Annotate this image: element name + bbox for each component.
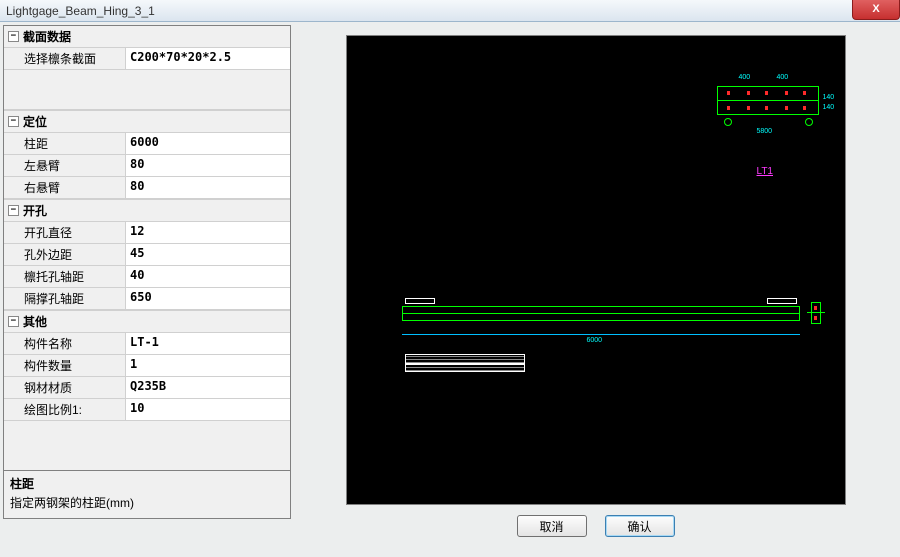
group-holes-title: 开孔 (23, 202, 47, 219)
support-circle (805, 118, 813, 126)
detail-top-mid (717, 100, 819, 101)
row-profile[interactable]: 选择檩条截面 C200*70*20*2.5 (4, 48, 290, 70)
value-colspan[interactable]: 6000 (126, 133, 290, 154)
row-colspan[interactable]: 柱距 6000 (4, 133, 290, 155)
value-name[interactable]: LT-1 (126, 333, 290, 354)
label-qty: 构件数量 (4, 355, 126, 376)
hole-mark (747, 91, 750, 95)
hole-mark (814, 306, 817, 310)
value-material[interactable]: Q235B (126, 377, 290, 398)
hole-mark (765, 91, 768, 95)
description-text: 指定两钢架的柱距(mm) (10, 494, 284, 511)
hole-mark (803, 91, 806, 95)
value-diameter[interactable]: 12 (126, 222, 290, 243)
minus-icon[interactable]: − (8, 116, 19, 127)
beam-mid (402, 313, 800, 314)
dim-text: 140 (823, 104, 835, 111)
label-material: 钢材材质 (4, 377, 126, 398)
schedule-table (405, 364, 525, 372)
hole-mark (785, 91, 788, 95)
canvas-wrap: 400 400 140 140 5800 LT1 (294, 25, 897, 515)
row-name[interactable]: 构件名称 LT-1 (4, 333, 290, 355)
group-section[interactable]: − 截面数据 (4, 26, 290, 48)
right-panel: 400 400 140 140 5800 LT1 (294, 25, 897, 519)
hole-mark (803, 106, 806, 110)
hole-mark (785, 106, 788, 110)
value-rightcant[interactable]: 80 (126, 177, 290, 198)
bracket-right (767, 298, 797, 304)
value-scale[interactable]: 10 (126, 399, 290, 420)
group-other-title: 其他 (23, 313, 47, 330)
value-qty[interactable]: 1 (126, 355, 290, 376)
hole-mark (814, 316, 817, 320)
end-flange (807, 312, 825, 313)
row-bracketdist[interactable]: 檩托孔轴距 40 (4, 266, 290, 288)
label-scale: 绘图比例1: (4, 399, 126, 420)
schedule-table (405, 354, 525, 364)
row-leftcant[interactable]: 左悬臂 80 (4, 155, 290, 177)
dim-line (402, 334, 800, 335)
row-bracedist[interactable]: 隔撑孔轴距 650 (4, 288, 290, 310)
titlebar: Lightgage_Beam_Hing_3_1 X (0, 0, 900, 22)
property-panel: − 截面数据 选择檩条截面 C200*70*20*2.5 − 定位 柱距 600… (3, 25, 291, 519)
row-edgedist[interactable]: 孔外边距 45 (4, 244, 290, 266)
ok-button[interactable]: 确认 (605, 515, 675, 537)
spacer (4, 70, 290, 110)
row-diameter[interactable]: 开孔直径 12 (4, 222, 290, 244)
row-rightcant[interactable]: 右悬臂 80 (4, 177, 290, 199)
value-profile[interactable]: C200*70*20*2.5 (126, 48, 290, 69)
label-rightcant: 右悬臂 (4, 177, 126, 198)
detail-label: LT1 (757, 166, 774, 177)
value-bracketdist[interactable]: 40 (126, 266, 290, 287)
row-scale[interactable]: 绘图比例1: 10 (4, 399, 290, 421)
dim-text: 400 (777, 74, 789, 81)
group-holes[interactable]: − 开孔 (4, 199, 290, 222)
label-bracedist: 隔撑孔轴距 (4, 288, 126, 309)
bracket-left (405, 298, 435, 304)
group-section-title: 截面数据 (23, 28, 71, 45)
description-title: 柱距 (10, 475, 284, 492)
hole-mark (747, 106, 750, 110)
value-leftcant[interactable]: 80 (126, 155, 290, 176)
cancel-button[interactable]: 取消 (517, 515, 587, 537)
label-profile: 选择檩条截面 (4, 48, 126, 69)
label-bracketdist: 檩托孔轴距 (4, 266, 126, 287)
hole-mark (727, 91, 730, 95)
support-circle (724, 118, 732, 126)
label-diameter: 开孔直径 (4, 222, 126, 243)
hole-mark (727, 106, 730, 110)
label-leftcant: 左悬臂 (4, 155, 126, 176)
row-qty[interactable]: 构件数量 1 (4, 355, 290, 377)
label-name: 构件名称 (4, 333, 126, 354)
content: − 截面数据 选择檩条截面 C200*70*20*2.5 − 定位 柱距 600… (0, 22, 900, 522)
dim-text: 140 (823, 94, 835, 101)
label-colspan: 柱距 (4, 133, 126, 154)
window-title: Lightgage_Beam_Hing_3_1 (6, 4, 155, 18)
dim-text: 6000 (587, 337, 603, 344)
group-position[interactable]: − 定位 (4, 110, 290, 133)
minus-icon[interactable]: − (8, 205, 19, 216)
property-grid: − 截面数据 选择檩条截面 C200*70*20*2.5 − 定位 柱距 600… (4, 26, 290, 470)
value-bracedist[interactable]: 650 (126, 288, 290, 309)
button-row: 取消 确认 (294, 515, 897, 537)
group-position-title: 定位 (23, 113, 47, 130)
cad-canvas[interactable]: 400 400 140 140 5800 LT1 (346, 35, 846, 505)
dim-text: 5800 (757, 128, 773, 135)
description-panel: 柱距 指定两钢架的柱距(mm) (4, 470, 290, 518)
row-material[interactable]: 钢材材质 Q235B (4, 377, 290, 399)
group-other[interactable]: − 其他 (4, 310, 290, 333)
value-edgedist[interactable]: 45 (126, 244, 290, 265)
label-edgedist: 孔外边距 (4, 244, 126, 265)
minus-icon[interactable]: − (8, 31, 19, 42)
close-button[interactable]: X (852, 0, 900, 20)
dim-text: 400 (739, 74, 751, 81)
minus-icon[interactable]: − (8, 316, 19, 327)
hole-mark (765, 106, 768, 110)
